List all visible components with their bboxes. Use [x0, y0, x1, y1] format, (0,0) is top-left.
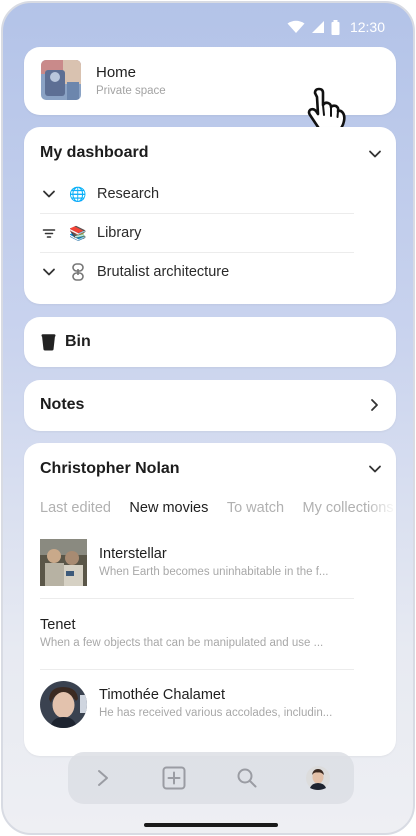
avatar [40, 681, 87, 728]
globe-icon: 🌐 [69, 185, 87, 202]
chevron-down-icon[interactable] [40, 263, 58, 281]
item-description: When a few objects that can be manipulat… [40, 637, 324, 649]
home-title: Home [96, 64, 137, 81]
dashboard-card: My dashboard 🌐 Research 📚 Library Brutal… [24, 127, 396, 304]
dashboard-item-library[interactable]: 📚 Library [40, 213, 354, 253]
chevron-right-icon[interactable] [90, 765, 116, 791]
divider [40, 669, 354, 670]
dashboard-item-brutalist-architecture[interactable]: Brutalist architecture [40, 252, 354, 292]
home-subtitle: Private space [96, 85, 166, 97]
tab-bar: Last edited New movies To watch My colle… [40, 499, 396, 519]
chevron-right-icon[interactable] [367, 398, 381, 412]
profile-avatar[interactable] [305, 765, 331, 791]
battery-icon [331, 19, 340, 35]
trash-icon [41, 334, 56, 351]
item-title: Timothée Chalamet [99, 687, 225, 703]
bottom-nav [68, 752, 354, 804]
chain-icon [67, 263, 89, 281]
home-thumbnail [41, 60, 81, 100]
notes-title: Notes [40, 396, 85, 413]
phone-screen: 12:30 Home Private space My dashboard 🌐 … [1, 1, 415, 835]
tab-to-watch[interactable]: To watch [227, 500, 284, 516]
item-title: Tenet [40, 617, 76, 633]
nolan-title: Christopher Nolan [40, 460, 180, 477]
bin-label: Bin [65, 333, 91, 350]
search-icon[interactable] [234, 765, 260, 791]
dashboard-title: My dashboard [40, 144, 149, 161]
divider [40, 598, 354, 599]
bin-card[interactable]: Bin [24, 317, 396, 367]
filter-icon[interactable] [40, 224, 58, 242]
books-icon: 📚 [69, 224, 87, 241]
signal-icon [311, 21, 324, 33]
wifi-icon [287, 20, 305, 33]
tab-new-movies[interactable]: New movies [129, 500, 208, 516]
home-indicator[interactable] [144, 823, 278, 827]
status-bar: 12:30 [287, 17, 385, 37]
tabs-fade [366, 493, 396, 523]
status-time: 12:30 [349, 19, 385, 35]
item-description: When Earth becomes uninhabitable in the … [99, 566, 329, 578]
add-square-icon[interactable] [161, 765, 187, 791]
dashboard-item-research[interactable]: 🌐 Research [40, 174, 354, 214]
dashboard-item-label: Brutalist architecture [97, 264, 230, 280]
chevron-down-icon[interactable] [368, 147, 382, 161]
dashboard-item-label: Library [97, 225, 142, 241]
chevron-down-icon[interactable] [368, 462, 382, 476]
home-card[interactable]: Home Private space [24, 47, 396, 135]
notes-card[interactable]: Notes [24, 380, 396, 431]
interstellar-thumbnail [40, 539, 87, 586]
tab-last-edited[interactable]: Last edited [40, 500, 111, 516]
dashboard-item-label: Research [97, 186, 160, 202]
chevron-down-icon[interactable] [40, 185, 58, 203]
nolan-card: Christopher Nolan Last edited New movies… [24, 443, 396, 756]
item-description: He has received various accolades, inclu… [99, 707, 333, 719]
item-title: Interstellar [99, 546, 167, 562]
